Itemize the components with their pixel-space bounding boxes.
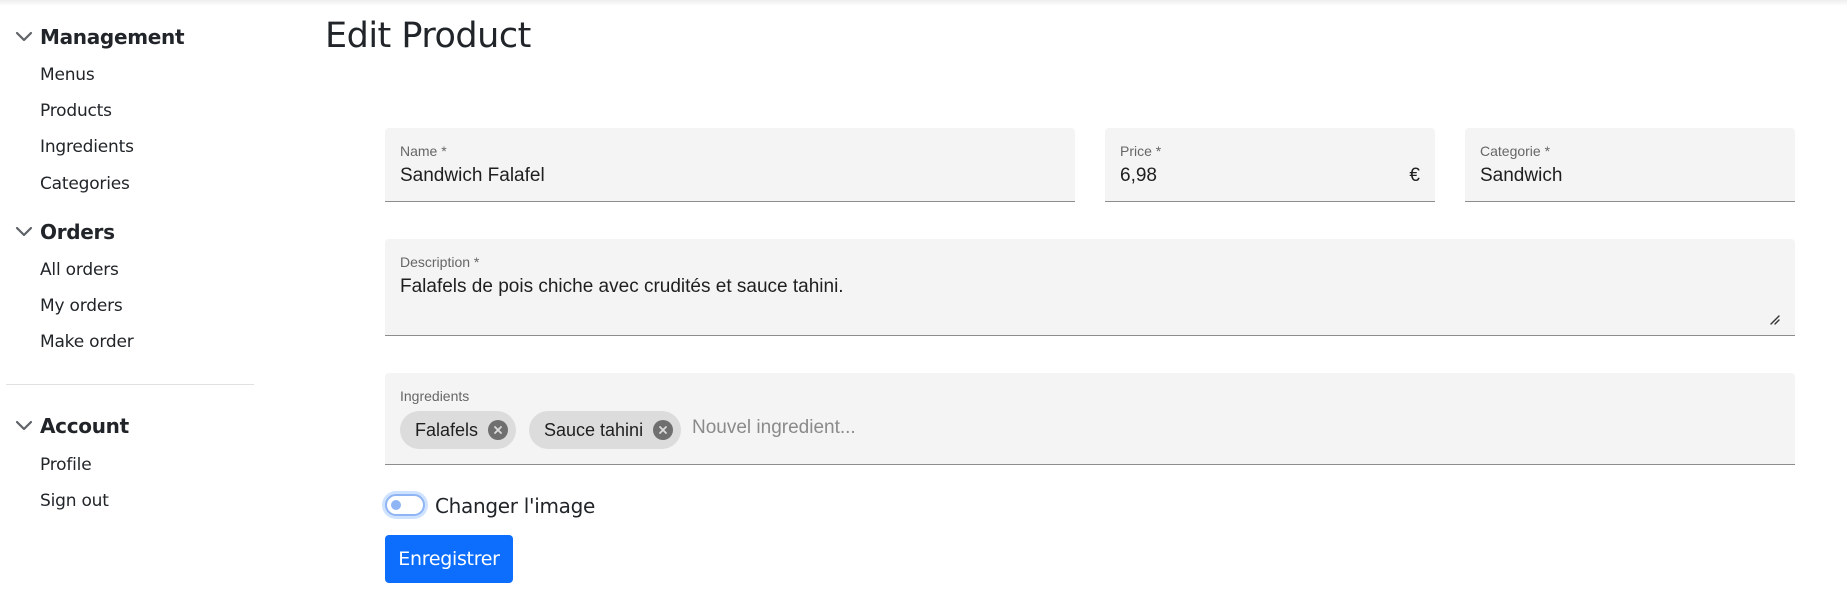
sidebar-section-management[interactable]: Management: [14, 22, 185, 52]
sidebar-divider: [6, 384, 254, 385]
section-title: Account: [40, 414, 129, 438]
sidebar-section-account[interactable]: Account: [14, 411, 129, 441]
section-title: Orders: [40, 220, 115, 244]
chevron-down-icon: [14, 416, 34, 436]
remove-chip-icon[interactable]: [488, 420, 509, 440]
sidebar-item-products[interactable]: Products: [40, 98, 112, 124]
currency-suffix: €: [1409, 165, 1420, 186]
sidebar-item-categories[interactable]: Categories: [40, 171, 130, 197]
save-button[interactable]: Enregistrer: [385, 535, 513, 583]
new-ingredient-input[interactable]: [692, 417, 1092, 439]
remove-chip-icon[interactable]: [653, 420, 674, 440]
ingredient-chip: Sauce tahini: [529, 411, 682, 449]
category-value[interactable]: Sandwich: [1480, 165, 1562, 187]
description-value[interactable]: Falafels de pois chiche avec crudités et…: [400, 276, 844, 298]
chip-label: Falafels: [415, 419, 479, 440]
sidebar-item-all-orders[interactable]: All orders: [40, 257, 119, 283]
change-image-label[interactable]: Changer l'image: [435, 494, 595, 518]
price-value[interactable]: 6,98: [1120, 165, 1157, 187]
sidebar-item-profile[interactable]: Profile: [40, 452, 92, 478]
description-label: Description *: [400, 254, 480, 270]
sidebar-item-make-order[interactable]: Make order: [40, 329, 134, 355]
sidebar-item-ingredients[interactable]: Ingredients: [40, 134, 134, 160]
category-field[interactable]: Categorie * Sandwich: [1465, 128, 1795, 202]
name-field[interactable]: Name * Sandwich Falafel: [385, 128, 1075, 202]
toggle-knob: [391, 500, 401, 510]
price-field[interactable]: Price * 6,98 €: [1105, 128, 1435, 202]
price-label: Price *: [1120, 143, 1162, 159]
ingredients-label: Ingredients: [400, 388, 470, 404]
sidebar-item-menus[interactable]: Menus: [40, 62, 95, 88]
resize-handle-icon[interactable]: [1770, 312, 1780, 325]
sidebar-item-sign-out[interactable]: Sign out: [40, 488, 109, 514]
change-image-toggle[interactable]: [385, 494, 425, 516]
chip-label: Sauce tahini: [544, 419, 644, 440]
name-label: Name *: [400, 143, 447, 159]
category-label: Categorie *: [1480, 143, 1551, 159]
ingredients-field[interactable]: Ingredients Falafels Sauce tahini: [385, 373, 1795, 465]
ingredient-chip: Falafels: [400, 411, 517, 449]
sidebar-section-orders[interactable]: Orders: [14, 217, 115, 247]
chevron-down-icon: [14, 222, 34, 242]
sidebar-item-my-orders[interactable]: My orders: [40, 293, 123, 319]
section-title: Management: [40, 25, 185, 49]
description-field[interactable]: Description * Falafels de pois chiche av…: [385, 239, 1795, 336]
page-title: Edit Product: [325, 16, 531, 56]
chevron-down-icon: [14, 27, 34, 47]
top-bar-shadow: [0, 0, 1847, 6]
sidebar: Management Menus Products Ingredients Ca…: [0, 0, 260, 600]
name-value[interactable]: Sandwich Falafel: [400, 165, 545, 187]
